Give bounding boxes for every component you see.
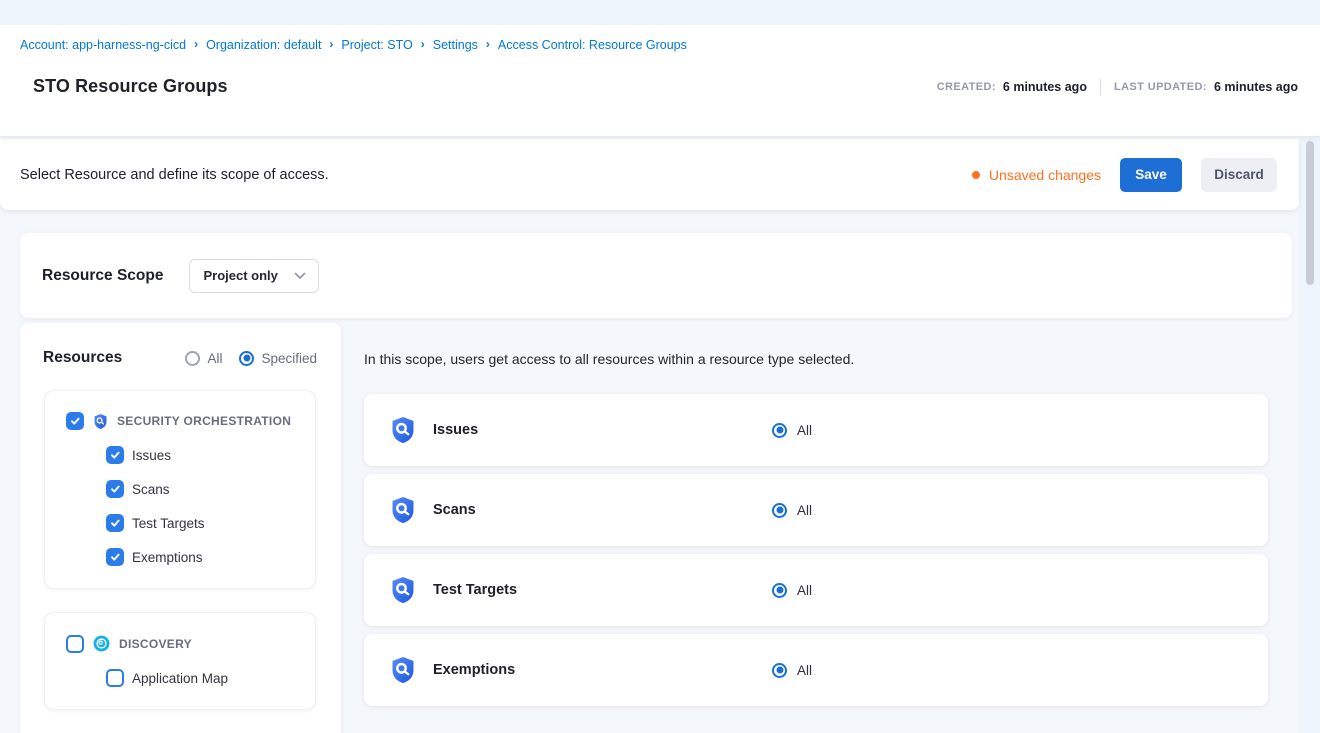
resource-card-issues: Issues All (364, 394, 1268, 466)
unsaved-changes-badge: Unsaved changes (972, 167, 1101, 183)
unsaved-changes-label: Unsaved changes (989, 167, 1101, 183)
resources-panel: Resources All Specified SECURITY ORCHES (20, 323, 341, 733)
page-header: Account: app-harness-ng-cicd › Organizat… (0, 25, 1320, 137)
radio-circle-icon (185, 351, 200, 366)
sto-shield-icon (388, 654, 418, 686)
access-radio-all[interactable]: All (772, 583, 812, 598)
resource-scope-dropdown[interactable]: Project only (189, 259, 319, 293)
vertical-scrollbar[interactable] (1306, 141, 1314, 285)
resource-scope-value: Project only (203, 268, 277, 283)
page-title: STO Resource Groups (20, 76, 228, 97)
radio-circle-icon (772, 503, 787, 518)
resource-card-title: Issues (433, 422, 478, 438)
save-button[interactable]: Save (1120, 158, 1182, 192)
discard-button[interactable]: Discard (1201, 158, 1277, 192)
resource-access-column: In this scope, users get access to all r… (364, 323, 1268, 706)
resource-scope-card: Resource Scope Project only (20, 233, 1292, 318)
child-label[interactable]: Exemptions (132, 550, 203, 565)
access-radio-all[interactable]: All (772, 503, 812, 518)
checkbox-checked-icon[interactable] (106, 446, 124, 464)
resource-card-title: Exemptions (433, 662, 515, 678)
access-radio-label: All (797, 663, 812, 678)
radio-circle-icon (772, 583, 787, 598)
unsaved-dot-icon (972, 171, 980, 179)
tree-row-child[interactable]: Application Map (66, 669, 305, 687)
child-label[interactable]: Scans (132, 482, 170, 497)
chevron-right-icon: › (421, 37, 425, 51)
breadcrumb-link-organization[interactable]: Organization: default (206, 38, 321, 52)
group-label[interactable]: DISCOVERY (119, 637, 192, 651)
action-toolbar: Select Resource and define its scope of … (0, 139, 1299, 210)
radio-circle-icon (772, 423, 787, 438)
tree-row-child[interactable]: Issues (66, 446, 305, 464)
checkbox-checked-icon[interactable] (66, 412, 84, 430)
discovery-icon (92, 634, 111, 653)
tree-row-child[interactable]: Scans (66, 480, 305, 498)
radio-specified-label: Specified (261, 351, 317, 366)
content-region: Select Resource and define its scope of … (0, 137, 1299, 733)
access-radio-label: All (797, 503, 812, 518)
last-updated-value: 6 minutes ago (1214, 80, 1298, 94)
sto-shield-icon (388, 414, 418, 446)
checkbox-unchecked-icon[interactable] (106, 669, 124, 687)
resource-group-security-orchestration: SECURITY ORCHESTRATION Issues Scans Test… (44, 390, 316, 589)
group-label[interactable]: SECURITY ORCHESTRATION (117, 414, 291, 428)
resource-scope-label: Resource Scope (42, 267, 163, 285)
sto-shield-icon (92, 413, 109, 430)
breadcrumb-link-settings[interactable]: Settings (433, 38, 478, 52)
access-radio-all[interactable]: All (772, 663, 812, 678)
radio-specified[interactable]: Specified (239, 351, 317, 366)
radio-circle-icon (772, 663, 787, 678)
resource-group-discovery: DISCOVERY Application Map (44, 612, 316, 710)
toolbar-description: Select Resource and define its scope of … (20, 167, 329, 183)
checkbox-checked-icon[interactable] (106, 548, 124, 566)
sto-shield-icon (388, 494, 418, 526)
radio-all[interactable]: All (185, 351, 222, 366)
access-radio-label: All (797, 423, 812, 438)
checkbox-unchecked-icon[interactable] (66, 635, 84, 653)
tree-row-group[interactable]: SECURITY ORCHESTRATION (66, 412, 305, 430)
child-label[interactable]: Issues (132, 448, 171, 463)
last-updated-label: LAST UPDATED: (1114, 81, 1207, 93)
resource-card-title: Scans (433, 502, 476, 518)
breadcrumb: Account: app-harness-ng-cicd › Organizat… (20, 38, 1298, 52)
resource-card-test-targets: Test Targets All (364, 554, 1268, 626)
resources-mode-radio-group: All Specified (185, 351, 317, 366)
sto-shield-icon (388, 574, 418, 606)
child-label[interactable]: Application Map (132, 671, 228, 686)
scope-helper-text: In this scope, users get access to all r… (364, 351, 1268, 367)
tree-row-child[interactable]: Exemptions (66, 548, 305, 566)
breadcrumb-link-account[interactable]: Account: app-harness-ng-cicd (20, 38, 186, 52)
child-label[interactable]: Test Targets (132, 516, 205, 531)
timestamps: CREATED: 6 minutes ago LAST UPDATED: 6 m… (937, 79, 1298, 97)
created-label: CREATED: (937, 81, 996, 93)
chevron-down-icon (294, 272, 306, 280)
chevron-right-icon: › (194, 37, 198, 51)
resource-card-scans: Scans All (364, 474, 1268, 546)
resource-card-title: Test Targets (433, 582, 517, 598)
breadcrumb-link-project[interactable]: Project: STO (341, 38, 412, 52)
tree-row-group[interactable]: DISCOVERY (66, 634, 305, 653)
resources-title: Resources (43, 349, 122, 367)
divider (1100, 79, 1101, 95)
checkbox-checked-icon[interactable] (106, 480, 124, 498)
chevron-right-icon: › (329, 37, 333, 51)
checkbox-checked-icon[interactable] (106, 514, 124, 532)
radio-circle-icon (239, 351, 254, 366)
tree-row-child[interactable]: Test Targets (66, 514, 305, 532)
access-radio-all[interactable]: All (772, 423, 812, 438)
radio-all-label: All (207, 351, 222, 366)
chevron-right-icon: › (486, 37, 490, 51)
access-radio-label: All (797, 583, 812, 598)
breadcrumb-link-access-control[interactable]: Access Control: Resource Groups (498, 38, 687, 52)
created-value: 6 minutes ago (1003, 80, 1087, 94)
resource-card-exemptions: Exemptions All (364, 634, 1268, 706)
